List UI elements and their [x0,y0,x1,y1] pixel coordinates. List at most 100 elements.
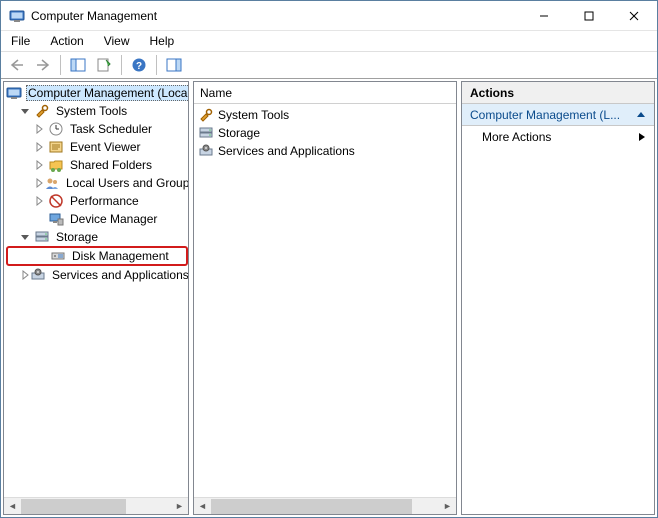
tree-pane: Computer Management (Local System Tools [3,81,189,515]
services-icon [30,267,46,283]
scroll-right-icon[interactable]: ► [171,498,188,515]
menu-file[interactable]: File [7,32,34,50]
tree-label: Task Scheduler [68,122,154,136]
expand-toggle[interactable] [34,124,48,134]
services-icon [198,143,214,159]
app-icon [9,8,25,24]
more-actions-label: More Actions [482,130,551,144]
close-button[interactable] [611,1,657,30]
tree-label: Disk Management [70,249,171,263]
tree-label: Performance [68,194,141,208]
shared-folder-icon [48,157,64,173]
help-button[interactable]: ? [127,54,151,76]
list-item-label: System Tools [218,108,289,122]
collapse-arrow-icon [636,110,646,120]
list-item-system-tools[interactable]: System Tools [194,106,456,124]
expand-toggle[interactable] [34,178,44,188]
back-button[interactable] [5,54,29,76]
scroll-thumb[interactable] [21,499,126,514]
toolbar: ? [1,51,657,79]
title-bar: Computer Management [1,1,657,31]
menu-help[interactable]: Help [146,32,179,50]
expand-toggle[interactable] [34,196,48,206]
scroll-track[interactable] [211,498,439,515]
expand-toggle[interactable] [34,142,48,152]
tree-label: Event Viewer [68,140,142,154]
scroll-thumb[interactable] [211,499,412,514]
actions-pane: Actions Computer Management (L... More A… [461,81,655,515]
toolbar-separator [60,55,61,75]
properties-button[interactable] [92,54,116,76]
users-icon [44,175,60,191]
show-hide-action-pane-button[interactable] [162,54,186,76]
scroll-right-icon[interactable]: ► [439,498,456,515]
list-body[interactable]: System Tools Storage Services and Applic… [194,104,456,497]
list-item-services-apps[interactable]: Services and Applications [194,142,456,160]
list-item-storage[interactable]: Storage [194,124,456,142]
tree-label: Local Users and Groups [64,176,188,190]
svg-text:?: ? [136,61,142,72]
expand-toggle[interactable] [34,160,48,170]
tree-label: Storage [54,230,100,244]
tree-node-local-users[interactable]: Local Users and Groups [6,174,188,192]
performance-icon [48,193,64,209]
tree-label: Computer Management (Local [26,85,188,101]
list-column-header[interactable]: Name [194,82,456,104]
tree-label: Device Manager [68,212,159,226]
tree-node-event-viewer[interactable]: Event Viewer [6,138,188,156]
list-hscrollbar[interactable]: ◄ ► [194,497,456,514]
minimize-button[interactable] [521,1,566,30]
column-name-header[interactable]: Name [200,86,232,100]
tree-hscrollbar[interactable]: ◄ ► [4,497,188,514]
scroll-track[interactable] [21,498,171,515]
scroll-left-icon[interactable]: ◄ [194,498,211,515]
menu-view[interactable]: View [100,32,134,50]
content-area: Computer Management (Local System Tools [1,79,657,517]
disk-icon [50,248,66,264]
tree-label: System Tools [54,104,129,118]
maximize-button[interactable] [566,1,611,30]
collapse-toggle[interactable] [20,106,34,116]
actions-group-label: Computer Management (L... [470,108,620,122]
tree-label: Services and Applications [50,268,188,282]
expand-toggle[interactable] [20,270,30,280]
list-item-label: Storage [218,126,260,140]
clock-icon [48,121,64,137]
collapse-toggle[interactable] [20,232,34,242]
computer-management-icon [6,85,22,101]
scroll-left-icon[interactable]: ◄ [4,498,21,515]
console-tree[interactable]: Computer Management (Local System Tools [4,82,188,497]
window-frame: Computer Management File Action View Hel… [0,0,658,518]
storage-icon [198,125,214,141]
list-pane: Name System Tools Storage [193,81,457,515]
toolbar-separator [121,55,122,75]
menu-bar: File Action View Help [1,31,657,51]
tree-node-task-scheduler[interactable]: Task Scheduler [6,120,188,138]
tree-node-root[interactable]: Computer Management (Local [6,84,188,102]
window-controls [521,1,657,30]
menu-action[interactable]: Action [46,32,87,50]
list-item-label: Services and Applications [218,144,355,158]
actions-header-label: Actions [470,86,514,100]
tools-icon [198,107,214,123]
window-title: Computer Management [31,9,521,23]
submenu-arrow-icon [638,132,646,142]
device-manager-icon [48,211,64,227]
actions-group-header[interactable]: Computer Management (L... [462,104,654,126]
tree-node-disk-management[interactable]: Disk Management [6,246,188,266]
tree-node-storage[interactable]: Storage [6,228,188,246]
tree-node-system-tools[interactable]: System Tools [6,102,188,120]
event-viewer-icon [48,139,64,155]
tree-node-shared-folders[interactable]: Shared Folders [6,156,188,174]
actions-header: Actions [462,82,654,104]
tree-node-performance[interactable]: Performance [6,192,188,210]
tree-node-services-apps[interactable]: Services and Applications [6,266,188,284]
tools-icon [34,103,50,119]
actions-more-actions[interactable]: More Actions [462,126,654,148]
toolbar-separator [156,55,157,75]
show-hide-tree-button[interactable] [66,54,90,76]
tree-label: Shared Folders [68,158,154,172]
tree-node-device-manager[interactable]: Device Manager [6,210,188,228]
storage-icon [34,229,50,245]
forward-button[interactable] [31,54,55,76]
